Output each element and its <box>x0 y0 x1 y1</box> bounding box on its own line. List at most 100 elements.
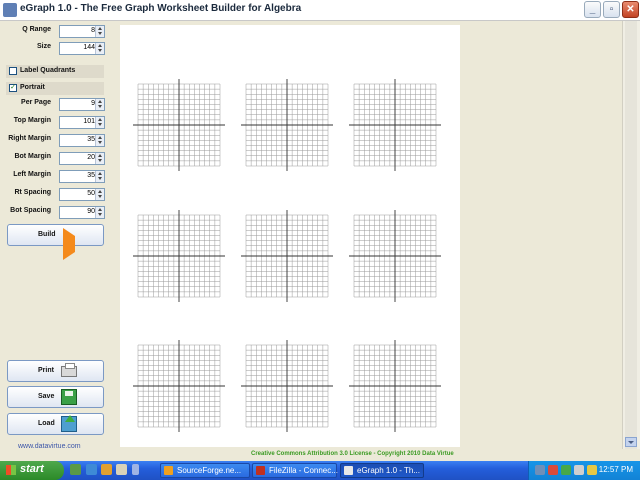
spinner-arrows-icon[interactable] <box>95 135 104 146</box>
browser-icon[interactable] <box>86 464 97 475</box>
left-margin-spinner[interactable]: 35 <box>59 170 105 183</box>
load-label: Load <box>38 420 55 427</box>
start-button[interactable]: start <box>0 461 64 480</box>
spinner-arrows-icon[interactable] <box>95 189 104 200</box>
task-sourceforge[interactable]: SourceForge.ne... <box>160 463 250 478</box>
sourceforge-icon <box>164 466 173 475</box>
close-button[interactable]: ✕ <box>622 1 639 18</box>
checkbox-unchecked-icon[interactable] <box>9 67 17 75</box>
save-button[interactable]: Save <box>7 386 104 408</box>
bot-spacing-label: Bot Spacing <box>10 207 51 214</box>
start-label: start <box>20 463 44 475</box>
coordinate-grid <box>349 79 441 171</box>
task-filezilla[interactable]: FileZilla - Connec... <box>252 463 338 478</box>
taskbar: start SourceForge.ne... FileZilla - Conn… <box>0 461 640 480</box>
build-label: Build <box>38 231 56 238</box>
quicklaunch-app-icon[interactable] <box>70 464 81 475</box>
portrait-label: Portrait <box>20 84 45 91</box>
portrait-checkbox[interactable]: ✓ Portrait <box>6 82 104 95</box>
bot-spacing-value: 90 <box>87 208 95 215</box>
maximize-button[interactable]: ▫ <box>603 1 620 18</box>
top-margin-label: Top Margin <box>13 117 51 124</box>
bot-margin-label: Bot Margin <box>14 153 51 160</box>
right-margin-spinner[interactable]: 35 <box>59 134 105 147</box>
coordinate-grid <box>241 79 333 171</box>
size-value: 144 <box>83 44 95 51</box>
notepad-icon[interactable] <box>116 464 127 475</box>
antivirus-icon[interactable] <box>548 465 558 475</box>
rt-spacing-spinner[interactable]: 50 <box>59 188 105 201</box>
left-margin-row: Left Margin 35 <box>0 170 110 184</box>
size-label: Size <box>36 43 51 50</box>
top-margin-value: 101 <box>83 118 95 125</box>
right-margin-row: Right Margin 35 <box>0 134 110 148</box>
label-quadrants-checkbox[interactable]: Label Quadrants <box>6 65 104 78</box>
graph-grid-preview <box>133 79 441 432</box>
filezilla-icon <box>256 466 265 475</box>
left-margin-value: 35 <box>87 172 95 179</box>
rt-spacing-value: 50 <box>87 190 95 197</box>
java-app-icon <box>344 466 353 475</box>
scroll-down-icon[interactable] <box>625 437 637 447</box>
network-icon[interactable] <box>535 465 545 475</box>
bot-margin-row: Bot Margin 20 <box>0 152 110 166</box>
print-label: Print <box>38 367 54 374</box>
preview-area: Creative Commons Attribution 3.0 License… <box>111 21 622 457</box>
website-link[interactable]: www.datavirtue.com <box>18 443 81 450</box>
bot-spacing-row: Bot Spacing 90 <box>0 206 110 220</box>
load-arrow-icon <box>61 415 77 432</box>
license-footer: Creative Commons Attribution 3.0 License… <box>251 451 454 457</box>
spinner-arrows-icon[interactable] <box>95 43 104 54</box>
play-icon <box>63 228 91 260</box>
minimize-button[interactable]: _ <box>584 1 601 18</box>
size-spinner[interactable]: 144 <box>59 42 105 55</box>
floppy-disk-icon <box>61 389 77 405</box>
label-quadrants-label: Label Quadrants <box>20 67 76 74</box>
windows-logo-icon <box>6 465 16 475</box>
coordinate-grid <box>241 340 333 432</box>
vertical-scrollbar[interactable] <box>622 21 640 449</box>
firefox-icon[interactable] <box>101 464 112 475</box>
app-icon <box>3 3 17 17</box>
printer-icon <box>61 363 77 377</box>
right-margin-value: 35 <box>87 136 95 143</box>
task-label: eGraph 1.0 - Th... <box>357 466 420 475</box>
coordinate-grid <box>349 340 441 432</box>
per-page-spinner[interactable]: 9 <box>59 98 105 111</box>
load-button[interactable]: Load <box>7 413 104 435</box>
checkbox-checked-icon[interactable]: ✓ <box>9 84 17 92</box>
size-row: Size 144 <box>0 42 110 56</box>
per-page-label: Per Page <box>21 99 51 106</box>
spinner-arrows-icon[interactable] <box>95 207 104 218</box>
bot-margin-spinner[interactable]: 20 <box>59 152 105 165</box>
left-margin-label: Left Margin <box>13 171 51 178</box>
messenger-icon[interactable] <box>587 465 597 475</box>
q-range-label: Q Range <box>22 26 51 33</box>
rt-spacing-row: Rt Spacing 50 <box>0 188 110 202</box>
coordinate-grid <box>241 210 333 302</box>
top-margin-spinner[interactable]: 101 <box>59 116 105 129</box>
volume-icon[interactable] <box>574 465 584 475</box>
task-label: SourceForge.ne... <box>177 466 242 475</box>
spinner-arrows-icon[interactable] <box>95 99 104 110</box>
per-page-row: Per Page 9 <box>0 98 110 112</box>
top-margin-row: Top Margin 101 <box>0 116 110 130</box>
task-label: FileZilla - Connec... <box>269 466 338 475</box>
q-range-row: Q Range 8 <box>0 25 110 39</box>
bot-spacing-spinner[interactable]: 90 <box>59 206 105 219</box>
expand-tray-icon[interactable] <box>132 464 139 475</box>
settings-panel: Q Range 8 Size 144 Label Quadrants ✓ Por… <box>0 21 110 461</box>
spinner-arrows-icon[interactable] <box>95 26 104 37</box>
title-bar[interactable]: eGraph 1.0 - The Free Graph Worksheet Bu… <box>0 0 640 21</box>
q-range-spinner[interactable]: 8 <box>59 25 105 38</box>
spinner-arrows-icon[interactable] <box>95 153 104 164</box>
build-button[interactable]: Build <box>7 224 104 260</box>
print-button[interactable]: Print <box>7 360 104 382</box>
clock: 12:57 PM <box>598 465 633 474</box>
spinner-arrows-icon[interactable] <box>95 117 104 128</box>
scrollbar-track[interactable] <box>625 21 637 449</box>
task-egraph[interactable]: eGraph 1.0 - Th... <box>340 463 424 478</box>
spinner-arrows-icon[interactable] <box>95 171 104 182</box>
right-margin-label: Right Margin <box>8 135 51 142</box>
update-icon[interactable] <box>561 465 571 475</box>
